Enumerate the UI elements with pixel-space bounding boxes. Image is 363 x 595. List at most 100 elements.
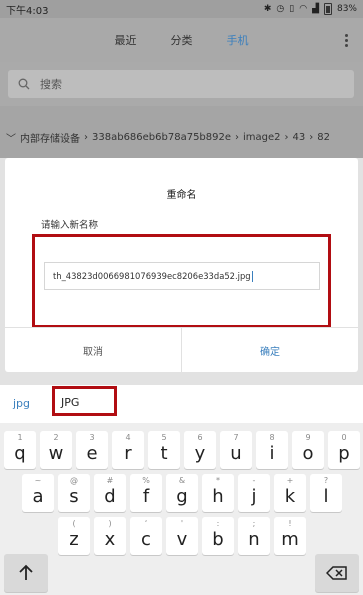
status-icons: ✱ ◷ ▯ ◠ ▟ 83% (264, 3, 357, 15)
key-alt-label: % (142, 476, 150, 485)
key-r[interactable]: 4r (112, 431, 144, 469)
suggestion-bar: jpg JPG (0, 385, 363, 423)
key-g[interactable]: & g (166, 474, 198, 512)
key-alt-label: ‘ (144, 519, 148, 528)
key-label: o (302, 443, 314, 464)
text-cursor (251, 270, 253, 282)
key-d[interactable]: # d (94, 474, 126, 512)
breadcrumb: ﹀ 内部存储设备 › 338ab686eb6b78a75b892e › imag… (6, 130, 330, 145)
vibrate-icon: ▯ (289, 4, 295, 14)
key-alt-label: : (216, 519, 220, 528)
breadcrumb-item[interactable]: 内部存储设备 (20, 130, 80, 145)
key-label: t (160, 443, 168, 464)
chevron-right-icon: › (309, 132, 314, 143)
chevron-down-icon[interactable]: ﹀ (6, 130, 16, 145)
key-m[interactable]: ! m (274, 517, 306, 555)
key-l[interactable]: ? l (310, 474, 342, 512)
alarm-icon: ◷ (276, 4, 285, 14)
suggestion-item[interactable]: jpg (13, 397, 30, 410)
chevron-right-icon: › (235, 132, 240, 143)
key-alt-label: 8 (269, 433, 275, 442)
key-q[interactable]: 1q (4, 431, 36, 469)
shift-arrow-icon (19, 564, 33, 580)
key-label: r (124, 443, 132, 464)
signal-icon: ▟ (312, 4, 319, 14)
key-alt-label: 2 (53, 433, 59, 442)
filename-input[interactable]: th_43823d0066981076939ec8206e33da52.jpg (44, 262, 320, 290)
breadcrumb-area: ﹀ 内部存储设备 › 338ab686eb6b78a75b892e › imag… (0, 106, 363, 158)
breadcrumb-item[interactable]: image2 (243, 132, 281, 143)
key-label: l (323, 486, 329, 507)
key-h[interactable]: * h (202, 474, 234, 512)
filename-value: th_43823d0066981076939ec8206e33da52.jpg (53, 271, 251, 281)
key-alt-label: + (286, 476, 294, 485)
key-alt-label: ? (323, 476, 329, 485)
key-c[interactable]: ‘c (130, 517, 162, 555)
key-i[interactable]: 8i (256, 431, 288, 469)
key-label: a (32, 486, 44, 507)
key-label: x (104, 529, 116, 550)
key-alt-label: 1 (17, 433, 23, 442)
key-label: q (14, 443, 26, 464)
tab-recent[interactable]: 最近 (115, 32, 137, 48)
key-v[interactable]: ' v (166, 517, 198, 555)
key-alt-label: ( (72, 519, 76, 528)
confirm-button[interactable]: 确定 (181, 328, 358, 372)
key-alt-label: & (178, 476, 186, 485)
soft-keyboard: 1 q 2 w 3 e 4 r 5 t 6 y 7 u 8 i 9 o 0 p ~ a @ s # d% f & g * h - j + k? l(z… (0, 423, 363, 595)
dialog-buttons: 取消 确定 (5, 327, 358, 372)
key-label: e (86, 443, 98, 464)
key-alt-label: 4 (125, 433, 131, 442)
key-e[interactable]: 3e (76, 431, 108, 469)
search-input[interactable]: 搜索 (8, 70, 354, 98)
key-f[interactable]: % f (130, 474, 162, 512)
key-label: i (269, 443, 275, 464)
status-time: 下午4:03 (6, 5, 49, 17)
key-w[interactable]: 2w (40, 431, 72, 469)
key-label: p (338, 443, 350, 464)
shift-key[interactable] (4, 554, 48, 592)
backspace-key[interactable] (315, 554, 359, 592)
key-o[interactable]: 9o (292, 431, 324, 469)
key-label: g (176, 486, 188, 507)
key-a[interactable]: ~ a (22, 474, 54, 512)
tab-categories[interactable]: 分类 (171, 32, 193, 48)
key-z[interactable]: (z (58, 517, 90, 555)
key-label: v (176, 529, 188, 550)
key-n[interactable]: ; n (238, 517, 270, 555)
dialog-title: 重命名 (166, 190, 197, 201)
key-alt-label: 9 (305, 433, 311, 442)
key-t[interactable]: 5t (148, 431, 180, 469)
chevron-right-icon: › (284, 132, 289, 143)
key-label: c (141, 529, 151, 550)
battery-percent: 83% (336, 4, 357, 14)
key-k[interactable]: + k (274, 474, 306, 512)
key-label: z (69, 529, 79, 550)
key-y[interactable]: 6y (184, 431, 216, 469)
chevron-right-icon: › (84, 132, 88, 143)
key-alt-label: # (106, 476, 114, 485)
status-bar: 下午4:03 ✱ ◷ ▯ ◠ ▟ 83% (0, 0, 363, 18)
key-u[interactable]: 7u (220, 431, 252, 469)
breadcrumb-item[interactable]: 82 (317, 132, 330, 143)
search-placeholder: 搜索 (40, 78, 62, 91)
key-alt-label: 3 (89, 433, 95, 442)
tab-phone[interactable]: 手机 (227, 32, 249, 48)
dialog-prompt: 请输入新名称 (41, 220, 99, 231)
search-icon (18, 78, 30, 90)
key-j[interactable]: -j (238, 474, 270, 512)
suggestion-item[interactable]: JPG (61, 396, 79, 409)
more-options-icon[interactable] (345, 34, 348, 47)
breadcrumb-item[interactable]: 43 (293, 132, 306, 143)
key-label: h (212, 486, 224, 507)
key-label: s (69, 486, 79, 507)
key-x[interactable]: ) x (94, 517, 126, 555)
key-s[interactable]: @ s (58, 474, 90, 512)
key-b[interactable]: :b (202, 517, 234, 555)
cancel-button[interactable]: 取消 (5, 328, 181, 372)
breadcrumb-item[interactable]: 338ab686eb6b78a75b892e (92, 132, 231, 143)
key-p[interactable]: 0p (328, 431, 360, 469)
key-label: d (104, 486, 116, 507)
key-alt-label: 5 (161, 433, 167, 442)
key-label: f (142, 486, 150, 507)
